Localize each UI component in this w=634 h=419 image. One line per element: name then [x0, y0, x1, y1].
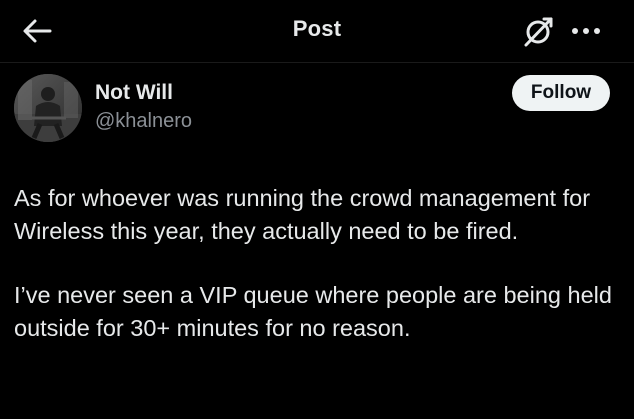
avatar[interactable] [14, 74, 82, 142]
more-options-button[interactable] [568, 17, 604, 45]
tweet-text: As for whoever was running the crowd man… [14, 182, 622, 344]
author-display-name[interactable]: Not Will [95, 81, 173, 105]
tweet-paragraph: As for whoever was running the crowd man… [14, 185, 591, 244]
author-handle[interactable]: @khalnero [95, 110, 192, 133]
more-horizontal-icon [572, 28, 600, 34]
grok-icon [524, 17, 553, 47]
grok-button[interactable] [522, 14, 556, 48]
tweet-paragraph: I’ve never seen a VIP queue where people… [14, 282, 612, 341]
top-bar: Post [0, 0, 634, 62]
follow-button[interactable]: Follow [512, 75, 610, 111]
header-divider [0, 62, 634, 63]
avatar-photo [14, 74, 82, 142]
